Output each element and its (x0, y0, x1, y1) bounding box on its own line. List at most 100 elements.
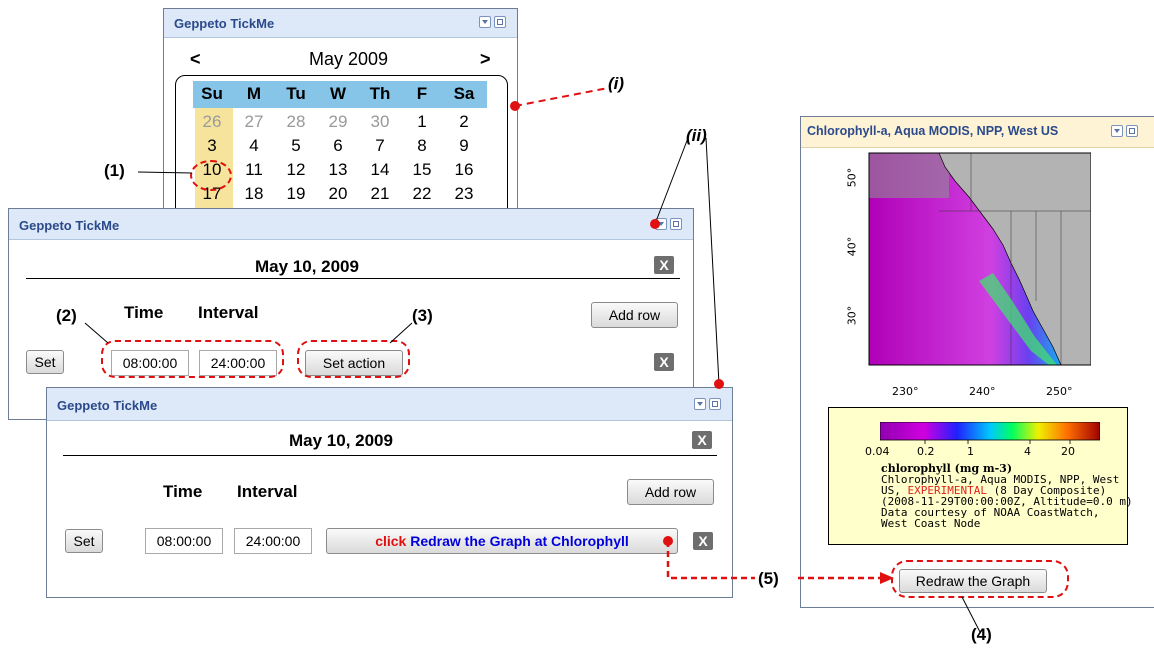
close-date-button[interactable]: X (654, 256, 674, 274)
calendar-day[interactable]: 18 (236, 182, 272, 206)
calendar-day[interactable]: 23 (446, 182, 482, 206)
calendar-day[interactable]: 13 (320, 158, 356, 182)
calendar-day[interactable]: 15 (404, 158, 440, 182)
calendar-day[interactable]: 6 (320, 134, 356, 158)
calendar-day[interactable]: 20 (320, 182, 356, 206)
window-title: Geppeto TickMe (19, 218, 120, 233)
chlorophyll-map (868, 152, 1091, 366)
time-header: Time (124, 303, 164, 322)
lon-label-240: 240° (969, 385, 996, 398)
highlight-time-interval (101, 340, 284, 378)
divider (26, 278, 680, 279)
calendar-day[interactable]: 8 (404, 134, 440, 158)
lat-label-30: 30° (845, 305, 859, 326)
annotation-i: (i) (608, 74, 625, 93)
weekday-tu: Tu (286, 84, 306, 103)
colorbar-tick: 0.04 (865, 445, 890, 458)
highlight-redraw-button (891, 560, 1069, 598)
minimize-icon[interactable] (479, 16, 491, 28)
minimize-icon[interactable] (655, 218, 667, 230)
calendar-day[interactable]: 4 (236, 134, 272, 158)
redraw-action-button[interactable]: click Redraw the Graph at Chlorophyll (326, 528, 678, 554)
time-input[interactable]: 08:00:00 (145, 528, 223, 554)
highlight-day-10 (190, 160, 232, 191)
calendar-day[interactable]: 2 (446, 110, 482, 134)
maximize-icon[interactable] (494, 16, 506, 28)
time-header: Time (163, 482, 203, 501)
lat-label-40: 40° (845, 236, 859, 257)
next-month-button[interactable]: > (480, 49, 491, 70)
highlight-set-action (297, 340, 410, 378)
colorbar-tick: 20 (1061, 445, 1075, 458)
colorbar-tick: 0.2 (917, 445, 935, 458)
calendar-titlebar[interactable]: Geppeto TickMe (164, 9, 517, 38)
add-row-button[interactable]: Add row (627, 479, 714, 505)
calendar-day[interactable]: 16 (446, 158, 482, 182)
close-date-button[interactable]: X (692, 431, 712, 449)
maximize-icon[interactable] (1126, 125, 1138, 137)
interval-header: Interval (198, 303, 259, 322)
maximize-icon[interactable] (670, 218, 682, 230)
calendar-day[interactable]: 12 (278, 158, 314, 182)
tickme-titlebar-iii[interactable]: Geppeto TickMe (47, 388, 732, 421)
set-button[interactable]: Set (65, 529, 103, 553)
tickme-window-iii: Geppeto TickMe May 10, 2009 X Time Inter… (46, 387, 733, 598)
legend-line: West Coast Node (881, 517, 981, 530)
calendar-day[interactable]: 7 (362, 134, 398, 158)
weekday-m: M (246, 84, 262, 103)
set-button[interactable]: Set (26, 350, 64, 374)
divider (63, 455, 717, 456)
calendar-day[interactable]: 30 (362, 110, 398, 134)
legend-box: 0.04 0.2 1 4 20 chlorophyll (mg m-3) Chl… (828, 407, 1133, 545)
chlorophyll-titlebar[interactable]: Chlorophyll-a, Aqua MODIS, NPP, West US (801, 117, 1154, 148)
lon-label-250: 250° (1046, 385, 1073, 398)
maximize-icon[interactable] (709, 398, 721, 410)
chlorophyll-window: Chlorophyll-a, Aqua MODIS, NPP, West US (800, 116, 1154, 608)
colorbar-tick: 4 (1024, 445, 1031, 458)
window-title: Geppeto TickMe (174, 16, 275, 31)
remove-row-button[interactable]: X (654, 353, 674, 371)
calendar-day[interactable]: 28 (278, 110, 314, 134)
calendar-day[interactable]: 3 (194, 134, 230, 158)
calendar-day[interactable]: 19 (278, 182, 314, 206)
date-title: May 10, 2009 (289, 431, 393, 450)
colorbar (880, 422, 1100, 444)
annotation-2: (2) (56, 306, 77, 325)
tickme-titlebar-ii[interactable]: Geppeto TickMe (9, 209, 693, 240)
lon-label-230: 230° (892, 385, 919, 398)
calendar-day[interactable]: 22 (404, 182, 440, 206)
weekday-f: F (416, 84, 428, 103)
minimize-icon[interactable] (694, 398, 706, 410)
action-target: Redraw the Graph at Chlorophyll (410, 533, 629, 549)
weekday-w: W (329, 84, 347, 103)
calendar-day[interactable]: 14 (362, 158, 398, 182)
add-row-button[interactable]: Add row (591, 302, 678, 328)
calendar-day[interactable]: 11 (236, 158, 272, 182)
calendar-day[interactable]: 29 (320, 110, 356, 134)
weekday-sa: Sa (453, 84, 475, 103)
calendar-day[interactable]: 5 (278, 134, 314, 158)
interval-header: Interval (237, 482, 298, 501)
lat-label-50: 50° (845, 167, 859, 188)
window-title: Chlorophyll-a, Aqua MODIS, NPP, West US (807, 124, 1059, 138)
interval-input[interactable]: 24:00:00 (234, 528, 312, 554)
calendar-day[interactable]: 27 (236, 110, 272, 134)
colorbar-tick: 1 (967, 445, 974, 458)
action-prefix: click (375, 533, 407, 549)
window-title: Geppeto TickMe (57, 398, 158, 413)
weekday-su: Su (201, 84, 223, 103)
weekday-th: Th (369, 84, 391, 103)
annotation-1: (1) (104, 161, 125, 180)
calendar-day[interactable]: 26 (194, 110, 230, 134)
annotation-5: (5) (758, 569, 779, 588)
calendar-day[interactable]: 1 (404, 110, 440, 134)
calendar-day[interactable]: 21 (362, 182, 398, 206)
annotation-4: (4) (971, 625, 992, 644)
minimize-icon[interactable] (1111, 125, 1123, 137)
month-label: May 2009 (309, 49, 389, 69)
annotation-ii: (ii) (686, 126, 707, 145)
calendar-day[interactable]: 9 (446, 134, 482, 158)
prev-month-button[interactable]: < (190, 49, 201, 70)
remove-row-button[interactable]: X (693, 532, 713, 550)
date-title: May 10, 2009 (255, 257, 359, 276)
